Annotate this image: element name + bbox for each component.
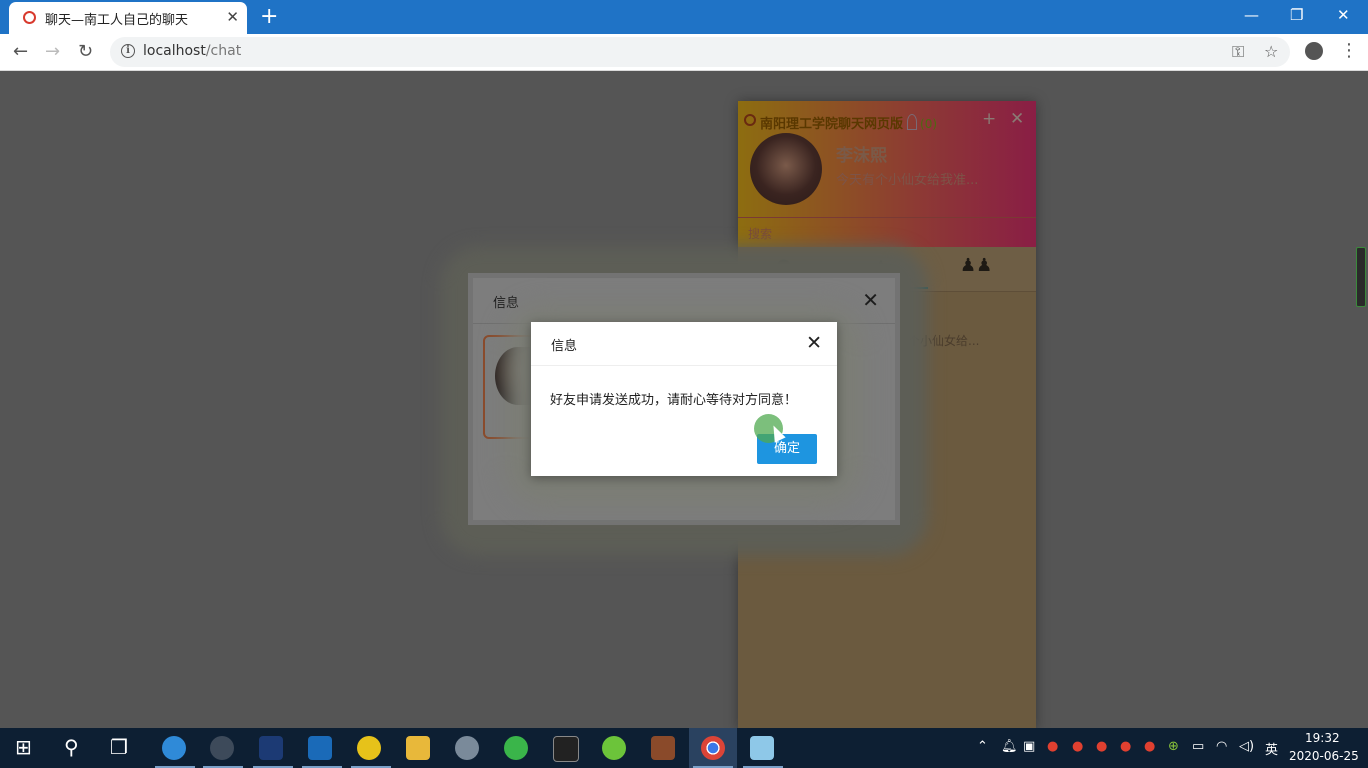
minimize-button[interactable]: — <box>1244 6 1259 24</box>
profile-icon[interactable] <box>1305 42 1323 60</box>
chat-header: 南阳理工学院聊天网页版 (0) + ✕ 李沫熙 今天有个小仙女给我准... 搜索 <box>738 101 1036 247</box>
online-count: (0) <box>920 117 938 131</box>
inner-dialog-title: 信息 <box>551 339 578 354</box>
app-icon-3[interactable] <box>259 736 283 760</box>
url-text[interactable]: localhost/chat <box>143 43 241 59</box>
app-icon-2[interactable] <box>210 736 234 760</box>
add-icon[interactable]: + <box>982 109 996 129</box>
restore-button[interactable]: ❐ <box>1290 6 1303 24</box>
inner-info-dialog: 信息 ✕ 好友申请发送成功，请耐心等待对方同意！ 确定 <box>531 322 837 476</box>
page-overlay: 南阳理工学院聊天网页版 (0) + ✕ 李沫熙 今天有个小仙女给我准... 搜索 … <box>0 71 1368 731</box>
key-icon[interactable]: ⚿ <box>1232 42 1244 62</box>
file-explorer-icon[interactable] <box>406 736 430 760</box>
site-info-icon[interactable]: i <box>121 44 135 58</box>
url-host: localhost <box>143 43 206 59</box>
search-icon[interactable]: ⚲ <box>64 735 79 759</box>
back-icon[interactable]: ← <box>13 41 28 62</box>
outer-dialog-title: 信息 <box>493 296 520 311</box>
chat-title-text: 南阳理工学院聊天网页版 <box>760 117 904 132</box>
teamviewer-icon[interactable] <box>308 736 332 760</box>
volume-icon[interactable]: ◁) <box>1239 739 1254 754</box>
show-hidden-icons[interactable]: ⌃ <box>977 739 988 754</box>
ime-indicator[interactable]: 英 <box>1265 739 1278 758</box>
qq-icon[interactable]: ● <box>1144 739 1155 754</box>
bookmark-star-icon[interactable]: ☆ <box>1264 42 1278 61</box>
user-avatar[interactable] <box>750 133 822 205</box>
user-signature[interactable]: 今天有个小仙女给我准... <box>836 169 978 188</box>
qq-icon[interactable]: ● <box>1120 739 1131 754</box>
app-icon-11[interactable] <box>651 736 675 760</box>
windows-start-icon[interactable]: ⊞ <box>15 735 32 759</box>
panel-close-icon[interactable]: ✕ <box>1010 109 1024 129</box>
clock-date[interactable]: 2020-06-25 <box>1289 749 1359 763</box>
school-logo-icon <box>744 114 756 126</box>
chat-title: 南阳理工学院聊天网页版 (0) <box>760 113 937 132</box>
browser-tab-chat[interactable]: 聊天—南工人自己的聊天 ✕ <box>9 2 247 34</box>
reload-icon[interactable]: ↻ <box>78 41 93 62</box>
chrome-icon[interactable] <box>701 736 725 760</box>
notification-icon[interactable]: 🔔︎ <box>1001 739 1018 754</box>
wifi-icon[interactable]: ◠ <box>1216 739 1227 754</box>
user-name: 李沫熙 <box>836 146 887 166</box>
browser-menu-icon[interactable]: ⋮ <box>1340 40 1358 61</box>
address-bar[interactable]: i localhost/chat ⚿ ☆ <box>110 37 1290 67</box>
forward-icon[interactable]: → <box>45 41 60 62</box>
windows-taskbar: ⊞ ⚲ ❐ ⌃ 🔔︎ ▣ ● ● ● ● ● ⊕ ▭ ◠ ◁) 英 19:32 … <box>0 728 1368 768</box>
new-tab-button[interactable]: + <box>260 4 278 29</box>
outer-dialog-close-icon[interactable]: ✕ <box>862 288 879 312</box>
scrollbar-thumb[interactable] <box>1356 247 1366 307</box>
app-icon-13[interactable] <box>750 736 774 760</box>
app-icon-5[interactable] <box>357 736 381 760</box>
app-icon-10[interactable] <box>602 736 626 760</box>
url-path: /chat <box>205 43 242 59</box>
search-input[interactable]: 搜索 <box>748 225 772 242</box>
close-window-button[interactable]: ✕ <box>1337 6 1350 24</box>
inner-dialog-close-icon[interactable]: ✕ <box>806 332 822 354</box>
terminal-icon[interactable] <box>553 736 579 762</box>
tab-title: 聊天—南工人自己的聊天 <box>45 13 189 28</box>
group-icon[interactable]: ♟♟ <box>960 255 992 276</box>
site-favicon-icon <box>23 11 36 24</box>
tray-app-icon[interactable]: ▣ <box>1023 739 1035 754</box>
app-icon-7[interactable] <box>455 736 479 760</box>
inner-dialog-header: 信息 ✕ <box>531 322 837 366</box>
app-icon-1[interactable] <box>162 736 186 760</box>
dialog-message: 好友申请发送成功，请耐心等待对方同意！ <box>550 393 798 408</box>
browser-toolbar: ← → ↻ i localhost/chat ⚿ ☆ ⋮ <box>0 34 1368 71</box>
tray-plus-icon[interactable]: ⊕ <box>1168 739 1179 754</box>
clock-time[interactable]: 19:32 <box>1305 731 1340 745</box>
qq-icon[interactable]: ● <box>1096 739 1107 754</box>
battery-icon[interactable]: ▭ <box>1192 739 1204 754</box>
user-online-icon <box>907 114 918 130</box>
tab-close-icon[interactable]: ✕ <box>226 8 239 26</box>
qq-icon[interactable]: ● <box>1072 739 1083 754</box>
browser-titlebar: 聊天—南工人自己的聊天 ✕ + — ❐ ✕ <box>0 0 1368 34</box>
divider <box>738 217 1036 218</box>
task-view-icon[interactable]: ❐ <box>110 735 128 759</box>
app-icon-8[interactable] <box>504 736 528 760</box>
qq-icon[interactable]: ● <box>1047 739 1058 754</box>
